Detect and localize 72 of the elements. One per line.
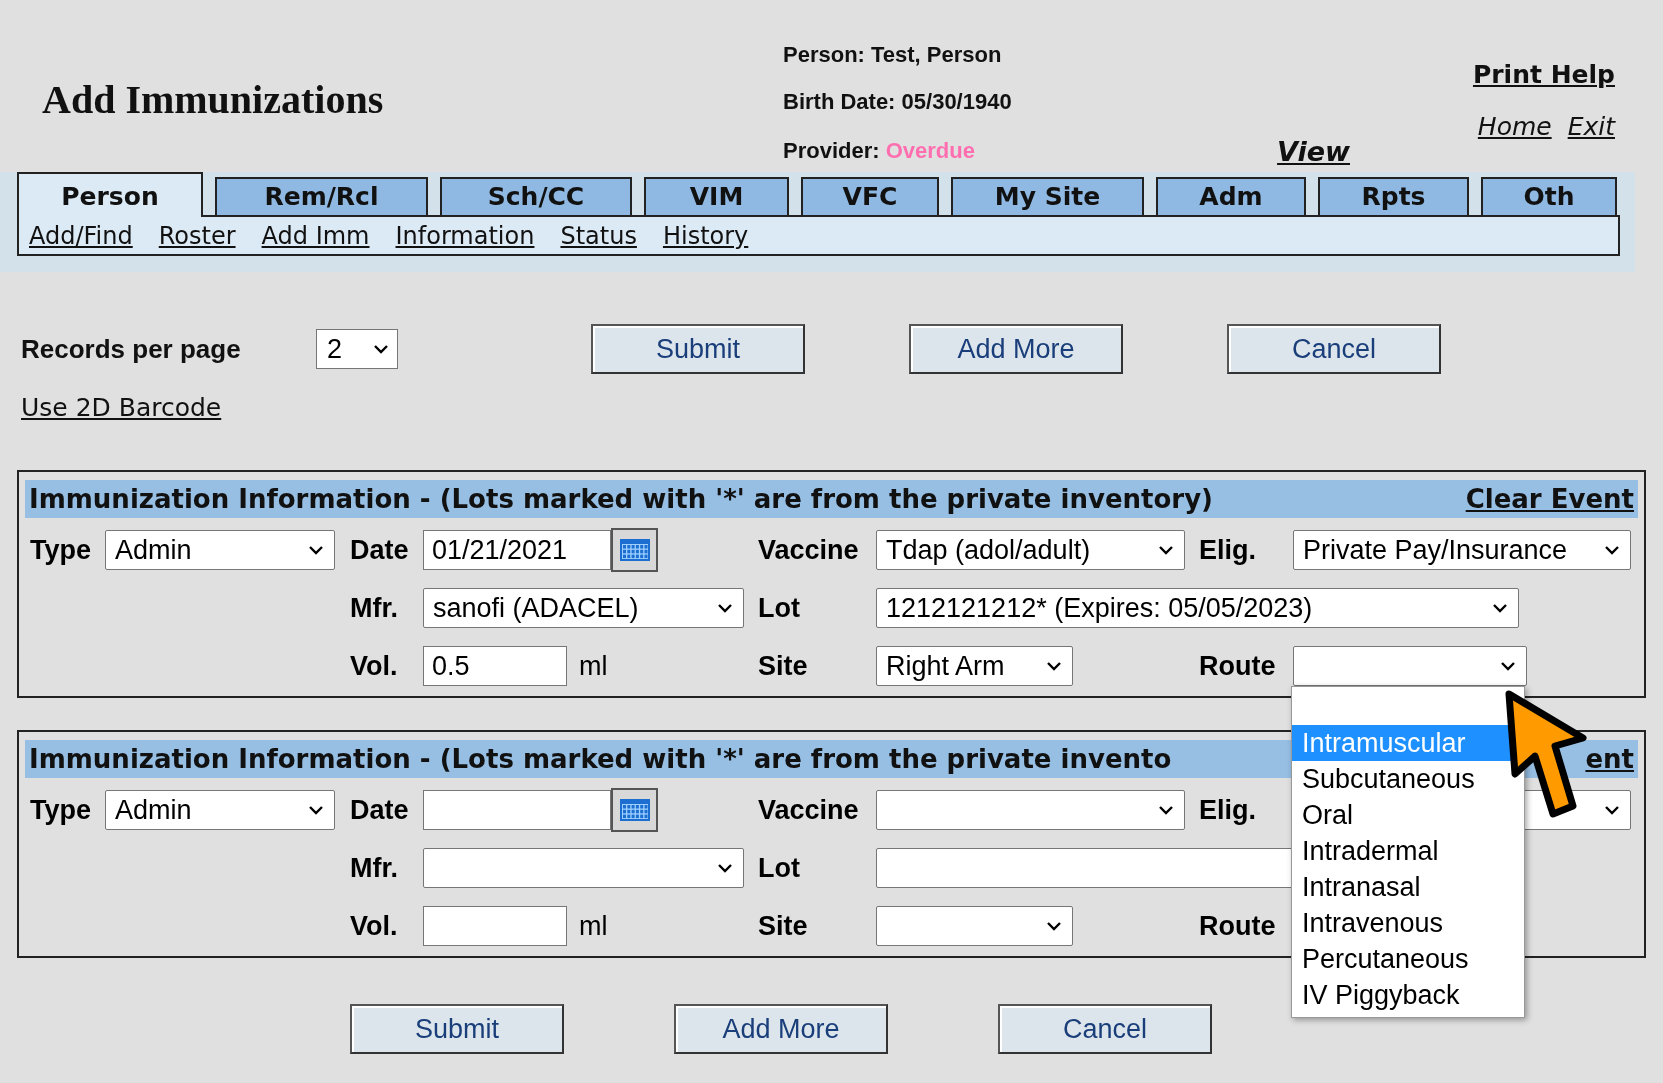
barcode-link[interactable]: Use 2D Barcode <box>21 393 222 422</box>
dropdown-option[interactable]: Intravenous <box>1292 905 1524 941</box>
nav-tab[interactable]: Rpts <box>1318 177 1469 215</box>
action-button[interactable]: Add More <box>909 324 1123 374</box>
clear-event-link[interactable]: ent <box>1585 739 1634 779</box>
nav-tab[interactable]: Rem/Rcl <box>215 177 428 215</box>
lot-select[interactable]: 1212121212* (Expires: 05/05/2023) <box>876 588 1519 628</box>
sub-navigation-link[interactable]: Roster <box>158 217 236 254</box>
sub-navigation-link[interactable]: History <box>662 217 749 254</box>
action-button[interactable]: Cancel <box>1227 324 1441 374</box>
field-label: Vaccine <box>758 794 859 825</box>
exit-link[interactable]: Exit <box>1567 107 1615 145</box>
panel-title: Immunization Information - (Lots marked with '*' are from the private invento <box>29 742 1172 776</box>
view-link[interactable]: View <box>1277 132 1350 173</box>
date-field[interactable]: 01/21/2021 <box>423 530 611 570</box>
nav-tab[interactable]: Sch/CC <box>440 177 632 215</box>
field-label: Route <box>1199 910 1276 941</box>
dropdown-option[interactable]: Subcutaneous <box>1292 761 1524 797</box>
nav-tab[interactable]: VFC <box>801 177 939 215</box>
nav-tab[interactable]: Person <box>17 172 203 217</box>
sub-navigation-link[interactable]: Information <box>395 217 535 254</box>
sub-navigation-link[interactable]: Add/Find <box>29 217 133 254</box>
field-label: Vol. <box>350 910 398 941</box>
volume-field[interactable]: 0.5 <box>423 646 567 686</box>
type-select[interactable]: Admin <box>105 790 335 830</box>
field-label: Vaccine <box>758 534 859 565</box>
field-label: Site <box>758 650 808 681</box>
action-button[interactable]: Submit <box>591 324 805 374</box>
nav-tab[interactable]: VIM <box>644 177 789 215</box>
nav-tab[interactable]: My Site <box>951 177 1144 215</box>
records-per-page-label: Records per page <box>21 332 242 366</box>
field-label: Type <box>30 794 91 825</box>
action-button[interactable]: Submit <box>350 1004 564 1054</box>
field-label: Type <box>30 534 91 565</box>
field-label: Elig. <box>1199 534 1256 565</box>
person-name: Person: Test, Person <box>783 41 1003 69</box>
eligibility-select[interactable]: Private Pay/Insurance <box>1293 530 1631 570</box>
action-button[interactable]: Cancel <box>998 1004 1212 1054</box>
dropdown-option[interactable]: Percutaneous <box>1292 941 1524 977</box>
home-link[interactable]: Home <box>1477 107 1552 145</box>
field-label: Elig. <box>1199 794 1256 825</box>
field-label: Route <box>1199 650 1276 681</box>
dropdown-option[interactable]: Intranasal <box>1292 869 1524 905</box>
field-label: Lot <box>758 852 800 883</box>
field-label: Date <box>350 794 409 825</box>
unit-label: ml <box>579 650 608 681</box>
birth-date: Birth Date: 05/30/1940 <box>783 88 1013 116</box>
field-label: Date <box>350 534 409 565</box>
dropdown-option[interactable]: Oral <box>1292 797 1524 833</box>
provider-label: Provider: Overdue <box>783 136 975 165</box>
nav-tab[interactable]: Adm <box>1156 177 1306 215</box>
field-label: Site <box>758 910 808 941</box>
sub-navigation-link[interactable]: Add Imm <box>261 217 370 254</box>
records-per-page-select[interactable]: 2 <box>316 329 398 369</box>
panel-title: Immunization Information - (Lots marked with '*' are from the private inventory) <box>29 482 1213 516</box>
clear-event-link[interactable]: Clear Event <box>1465 479 1634 519</box>
page-title: Add Immunizations <box>42 77 384 122</box>
field-label: Vol. <box>350 650 398 681</box>
site-select[interactable]: Right Arm <box>876 646 1073 686</box>
field-label: Lot <box>758 592 800 623</box>
nav-tab[interactable]: Oth <box>1481 177 1617 215</box>
field-label: Mfr. <box>350 852 398 883</box>
dropdown-option[interactable]: IV Piggyback <box>1292 977 1524 1013</box>
field-label: Mfr. <box>350 592 398 623</box>
action-button[interactable]: Add More <box>674 1004 888 1054</box>
type-select[interactable]: Admin <box>105 530 335 570</box>
sub-navigation-link[interactable]: Status <box>560 217 637 254</box>
vaccine-select[interactable]: Tdap (adol/adult) <box>876 530 1185 570</box>
print-help-link[interactable]: Print Help <box>1472 56 1615 94</box>
dropdown-option[interactable]: Intradermal <box>1292 833 1524 869</box>
manufacturer-select[interactable]: sanofi (ADACEL) <box>423 588 744 628</box>
unit-label: ml <box>579 910 608 941</box>
